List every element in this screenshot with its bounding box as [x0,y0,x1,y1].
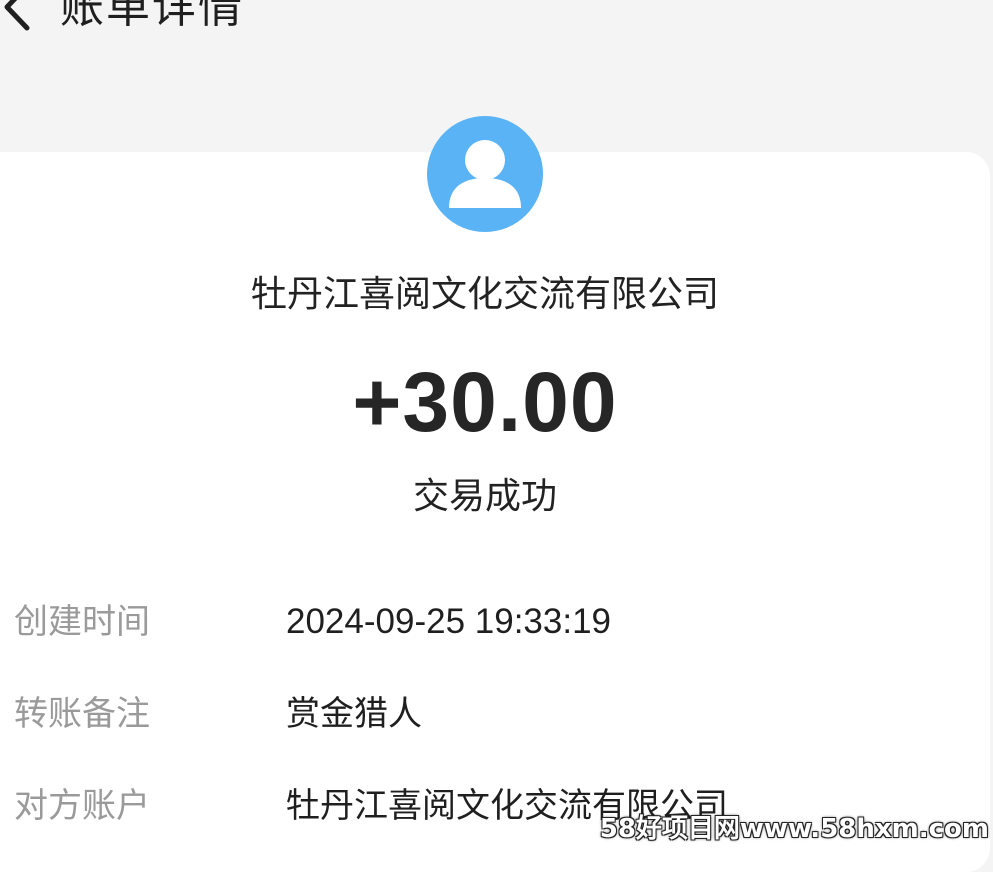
header-bar: 账单详情 [0,0,993,120]
payer-name: 牡丹江喜阅文化交流有限公司 [250,274,719,315]
page-title: 账单详情 [60,0,244,33]
transaction-status: 交易成功 [412,476,557,517]
detail-row-transfer-note: 转账备注 赏金猎人 [14,684,974,744]
detail-label: 转账备注 [14,694,150,734]
detail-value: 2024-09-25 19:33:19 [286,602,611,641]
detail-label: 对方账户 [14,786,150,826]
chevron-left-icon [4,0,30,31]
back-button[interactable] [0,0,46,42]
detail-value: 赏金猎人 [286,694,422,734]
detail-row-created-time: 创建时间 2024-09-25 19:33:19 [14,592,974,652]
detail-label: 创建时间 [14,602,150,642]
watermark: 58好项目网www.58hxm.com [599,814,989,844]
transaction-amount: +30.00 [352,355,618,449]
user-avatar-icon [427,116,543,232]
